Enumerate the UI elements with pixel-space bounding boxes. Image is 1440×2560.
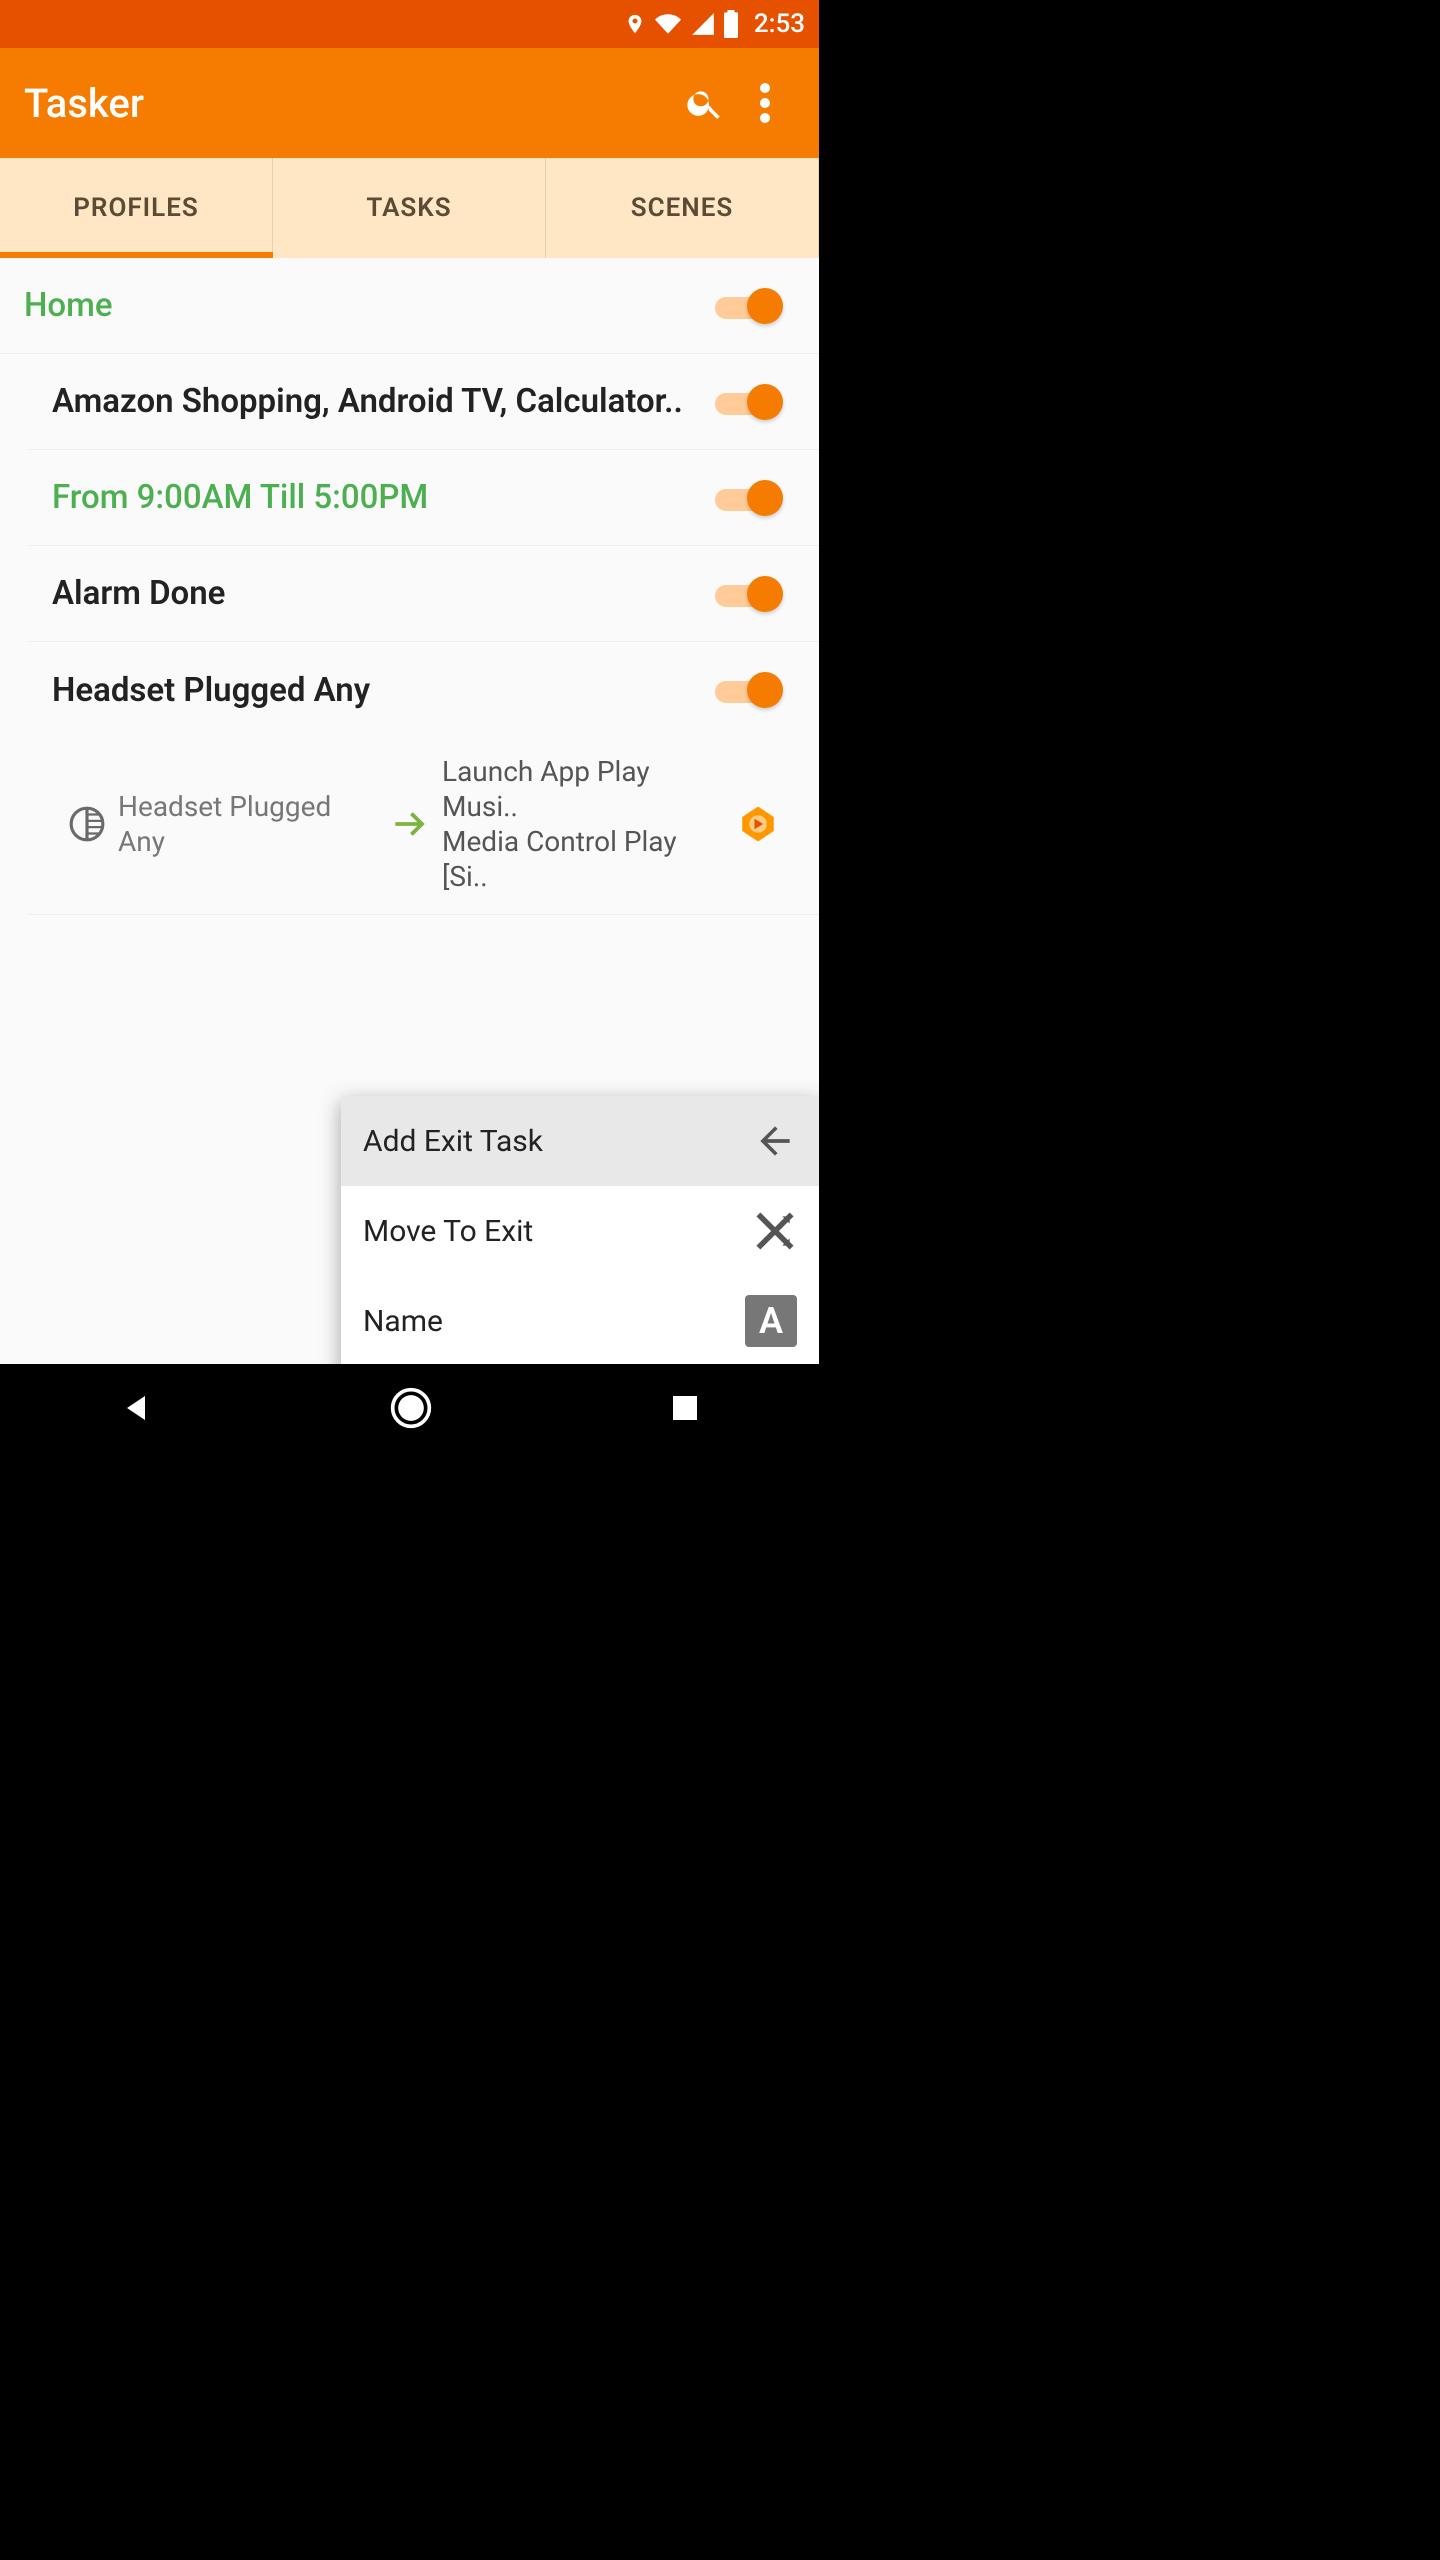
context-menu: Add Exit Task Move To Exit Name A Select… bbox=[341, 1096, 819, 1364]
menu-name[interactable]: Name A bbox=[341, 1276, 819, 1364]
profile-label: From 9:00AM Till 5:00PM bbox=[40, 478, 715, 517]
overflow-menu-button[interactable] bbox=[735, 73, 795, 133]
detail-context: Headset Plugged Any bbox=[118, 789, 378, 859]
profile-label: Home bbox=[12, 286, 715, 325]
profile-toggle[interactable] bbox=[715, 480, 779, 516]
profile-row[interactable]: Alarm Done bbox=[28, 546, 819, 642]
detail-task-line2: Media Control Play [Si.. bbox=[442, 824, 729, 894]
menu-label: Move To Exit bbox=[363, 1214, 753, 1249]
search-icon bbox=[685, 83, 725, 123]
profile-label: Amazon Shopping, Android TV, Calculator.… bbox=[40, 382, 715, 421]
status-bar: 2:53 bbox=[0, 0, 819, 48]
menu-move-to-exit[interactable]: Move To Exit bbox=[341, 1186, 819, 1276]
home-circle-icon bbox=[389, 1386, 433, 1430]
app-title: Tasker bbox=[24, 80, 675, 127]
profile-toggle[interactable] bbox=[715, 576, 779, 612]
arrow-right-icon bbox=[388, 802, 432, 846]
detail-task: Launch App Play Musi.. Media Control Pla… bbox=[442, 754, 729, 894]
state-icon bbox=[68, 805, 106, 843]
tab-profiles[interactable]: PROFILES bbox=[0, 158, 273, 258]
profile-row[interactable]: Home bbox=[0, 258, 819, 354]
profile-toggle[interactable] bbox=[715, 288, 779, 324]
cell-signal-icon bbox=[690, 11, 716, 37]
letter-a-icon: A bbox=[745, 1295, 797, 1347]
nav-back-button[interactable] bbox=[118, 1390, 154, 1430]
profile-label: Headset Plugged Any bbox=[40, 671, 715, 710]
more-vert-icon bbox=[760, 83, 770, 123]
system-nav-bar bbox=[0, 1364, 819, 1456]
menu-label: Add Exit Task bbox=[363, 1124, 753, 1159]
status-time: 2:53 bbox=[754, 9, 805, 39]
nav-recents-button[interactable] bbox=[669, 1392, 701, 1428]
profile-row[interactable]: Headset Plugged Any bbox=[28, 642, 819, 738]
battery-icon bbox=[722, 10, 740, 38]
recents-square-icon bbox=[669, 1392, 701, 1424]
profile-toggle[interactable] bbox=[715, 672, 779, 708]
profile-label: Alarm Done bbox=[40, 574, 715, 613]
search-button[interactable] bbox=[675, 73, 735, 133]
profile-toggle[interactable] bbox=[715, 384, 779, 420]
profile-row[interactable]: From 9:00AM Till 5:00PM bbox=[28, 450, 819, 546]
location-icon bbox=[624, 9, 646, 39]
tab-bar: PROFILES TASKS SCENES bbox=[0, 158, 819, 258]
menu-add-exit-task[interactable]: Add Exit Task bbox=[341, 1096, 819, 1186]
profile-list: Home Amazon Shopping, Android TV, Calcul… bbox=[0, 258, 819, 1364]
tab-scenes[interactable]: SCENES bbox=[546, 158, 819, 258]
tab-tasks[interactable]: TASKS bbox=[273, 158, 546, 258]
shuffle-icon bbox=[753, 1209, 797, 1253]
wifi-icon bbox=[652, 11, 684, 37]
arrow-left-icon bbox=[753, 1119, 797, 1163]
nav-home-button[interactable] bbox=[389, 1386, 433, 1434]
profile-row[interactable]: Amazon Shopping, Android TV, Calculator.… bbox=[28, 354, 819, 450]
app-bar: Tasker bbox=[0, 48, 819, 158]
menu-label: Name bbox=[363, 1304, 745, 1339]
profile-detail[interactable]: Headset Plugged Any Launch App Play Musi… bbox=[28, 738, 819, 915]
play-music-icon bbox=[737, 803, 779, 845]
back-triangle-icon bbox=[118, 1390, 154, 1426]
detail-task-line1: Launch App Play Musi.. bbox=[442, 754, 729, 824]
